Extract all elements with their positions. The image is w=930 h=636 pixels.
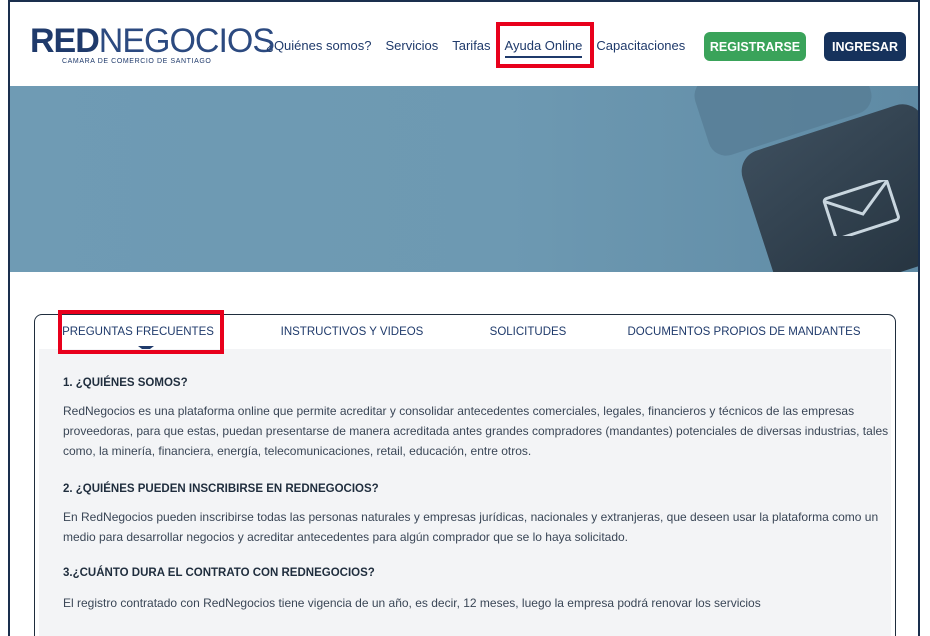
highlight-ayuda-online: [496, 22, 594, 68]
faq-question-2: 2. ¿QUIÉNES PUEDEN INSCRIBIRSE EN REDNEG…: [63, 483, 379, 495]
hero-banner: [10, 86, 918, 272]
faq-answer-1: RedNegocios es una plataforma online que…: [63, 404, 889, 458]
logo-wordmark: REDNEGOCIOS: [30, 22, 275, 60]
faq-answer-2: En RedNegocios pueden inscribirse todas …: [63, 510, 879, 544]
rednegocios-logo[interactable]: REDNEGOCIOS CAMARA DE COMERCIO DE SANTIA…: [30, 22, 275, 68]
faq-section: 1. ¿QUIÉNES SOMOS? RedNegocios es una pl…: [39, 349, 891, 636]
logo-red: RED: [30, 22, 100, 60]
nav-capacitaciones[interactable]: Capacitaciones: [596, 38, 685, 58]
nav-servicios[interactable]: Servicios: [386, 38, 439, 58]
tab-instructivos-videos[interactable]: INSTRUCTIVOS Y VIDEOS: [241, 315, 463, 349]
faq-question-1: 1. ¿QUIÉNES SOMOS?: [63, 377, 188, 389]
tab-solicitudes[interactable]: SOLICITUDES: [463, 315, 593, 349]
main-nav: ¿Quiénes somos? Servicios Tarifas Ayuda …: [266, 38, 699, 58]
nav-quienes-somos[interactable]: ¿Quiénes somos?: [266, 38, 372, 58]
register-button[interactable]: REGISTRARSE: [704, 32, 806, 61]
tab-documentos-mandantes[interactable]: DOCUMENTOS PROPIOS DE MANDANTES: [593, 315, 895, 349]
login-button[interactable]: INGRESAR: [824, 32, 906, 61]
faq-question-3: 3.¿CUÁNTO DURA EL CONTRATO CON REDNEGOCI…: [63, 567, 375, 579]
nav-tarifas[interactable]: Tarifas: [452, 38, 490, 58]
site-header: REDNEGOCIOS CAMARA DE COMERCIO DE SANTIA…: [10, 2, 918, 86]
help-panel: PREGUNTAS FRECUENTES INSTRUCTIVOS Y VIDE…: [34, 314, 896, 636]
logo-negocios: NEGOCIOS: [98, 22, 275, 60]
envelope-icon: [822, 180, 900, 236]
faq-answer-3: El registro contratado con RedNegocios t…: [63, 596, 761, 610]
highlight-preguntas-frecuentes: [58, 310, 224, 354]
